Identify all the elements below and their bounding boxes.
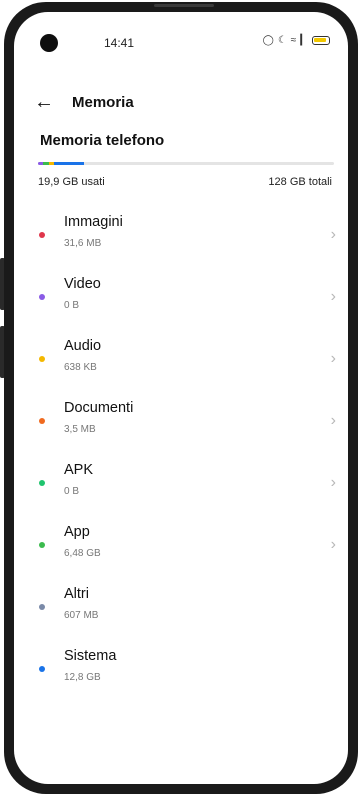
front-camera [40,34,58,52]
chevron-right-icon: › [330,350,336,367]
category-size: 31,6 MB [64,238,102,249]
total-storage-label: 128 GB totali [268,176,332,188]
category-color-dot [39,232,45,238]
category-size: 0 B [64,300,80,311]
header: ← Memoria [14,82,348,122]
category-size: 12,8 GB [64,672,101,683]
screen: 14:41 ◯ ☾ ≈ ▎ ← Memoria Memoria telefono… [14,12,348,784]
list-item: Sistema 12,8 GB [14,642,348,704]
chevron-right-icon: › [330,288,336,305]
category-label: Immagini [64,214,123,230]
list-item[interactable]: Immagini 31,6 MB › [14,208,348,270]
category-color-dot [39,604,45,610]
category-label: Documenti [64,400,134,416]
category-label: APK [64,462,94,478]
status-time: 14:41 [104,36,135,50]
chevron-right-icon: › [330,474,336,491]
wifi-icon: ≈ [290,35,297,46]
category-color-dot [39,480,45,486]
back-arrow-icon[interactable]: ← [34,91,54,114]
list-item[interactable]: APK 0 B › [14,456,348,518]
category-label: Audio [64,338,102,354]
chevron-right-icon: › [330,536,336,553]
category-size: 3,5 MB [64,424,96,435]
category-color-dot [39,294,45,300]
storage-usage-bar [38,162,334,165]
used-storage-label: 19,9 GB usati [38,176,105,188]
chevron-right-icon: › [330,412,336,429]
usage-segment [54,162,84,165]
chevron-right-icon: › [330,226,336,243]
category-label: Sistema [64,648,117,664]
category-color-dot [39,418,45,424]
list-item[interactable]: Audio 638 KB › [14,332,348,394]
earpiece [154,4,214,7]
category-size: 6,48 GB [64,548,101,559]
category-label: Altri [64,586,89,602]
battery-icon [312,36,330,45]
list-item: Altri 607 MB [14,580,348,642]
alarm-icon: ◯ [262,35,274,46]
category-color-dot [39,356,45,362]
status-icons: ◯ ☾ ≈ ▎ [263,35,330,46]
category-color-dot [39,666,45,672]
usage-segment [42,162,50,165]
storage-category-list: Immagini 31,6 MB › Video 0 B › Audio 638 KB › Doc… [14,208,348,704]
category-size: 607 MB [64,610,99,621]
moon-icon: ☾ [277,35,287,46]
category-label: App [64,524,90,540]
phone-frame: 14:41 ◯ ☾ ≈ ▎ ← Memoria Memoria telefono… [0,0,362,796]
list-item[interactable]: Video 0 B › [14,270,348,332]
status-bar: 14:41 ◯ ☾ ≈ ▎ [14,12,348,68]
storage-usage-fill [38,162,84,165]
category-size: 638 KB [64,362,97,373]
signal-icon: ▎ [300,35,308,46]
category-size: 0 B [64,486,80,497]
list-item[interactable]: Documenti 3,5 MB › [14,394,348,456]
page-title: Memoria [72,93,134,111]
category-label: Video [64,276,101,292]
list-item[interactable]: App 6,48 GB › [14,518,348,580]
category-color-dot [39,542,45,548]
section-title: Memoria telefono [40,132,165,149]
